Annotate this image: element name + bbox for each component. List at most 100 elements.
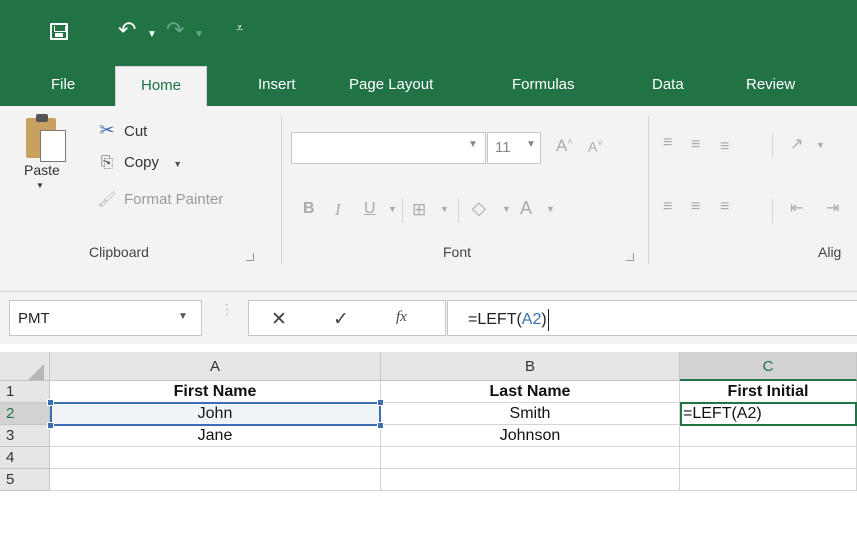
tab-data[interactable]: Data: [652, 76, 684, 93]
shrink-font-button[interactable]: A˅: [588, 138, 603, 155]
font-name-input[interactable]: [291, 132, 486, 164]
cell-a2[interactable]: John: [50, 403, 381, 425]
font-launcher-icon[interactable]: [626, 253, 634, 261]
font-size-dropdown-icon[interactable]: ▼: [526, 139, 536, 150]
mini-separator: [772, 134, 773, 158]
align-top-icon[interactable]: ≡: [663, 134, 672, 152]
grow-font-label: A: [556, 136, 568, 155]
tab-file[interactable]: File: [51, 76, 75, 93]
increase-indent-icon[interactable]: ⇥: [826, 198, 839, 218]
orientation-icon[interactable]: ↗: [790, 134, 803, 154]
fill-color-dropdown-icon[interactable]: ▼: [502, 204, 511, 214]
cell-b4[interactable]: [381, 447, 680, 469]
align-center-icon[interactable]: ≡: [691, 198, 700, 216]
cell-c4[interactable]: [680, 447, 857, 469]
copy-label: Copy: [124, 154, 160, 171]
copy-button[interactable]: ⎘ Copy ▼: [96, 154, 182, 171]
paste-dropdown-icon[interactable]: ▼: [36, 181, 44, 190]
tab-formulas[interactable]: Formulas: [512, 76, 575, 93]
redo-dropdown-icon[interactable]: ▼: [194, 25, 204, 45]
cell-c2[interactable]: =LEFT(A2): [680, 403, 857, 425]
row-header-2[interactable]: 2: [0, 403, 50, 425]
formula-suffix: ): [541, 311, 547, 329]
format-painter-label: Format Painter: [124, 191, 224, 208]
worksheet-grid: A B C 1 2 3 4 5 First Name Last Name Fir…: [0, 352, 857, 541]
tab-insert[interactable]: Insert: [258, 76, 296, 93]
underline-dropdown-icon[interactable]: ▼: [388, 204, 397, 214]
cut-button[interactable]: ✂ Cut: [96, 120, 147, 141]
copy-dropdown-icon[interactable]: ▼: [173, 159, 182, 169]
clipboard-clip-icon: [36, 114, 48, 122]
font-color-dropdown-icon[interactable]: ▼: [546, 204, 555, 214]
format-painter-button[interactable]: 🖌 Format Painter: [96, 190, 223, 208]
cell-a5[interactable]: [50, 469, 381, 491]
formula-reference: A2: [521, 311, 542, 329]
insert-function-button[interactable]: fx: [396, 309, 407, 326]
undo-dropdown-icon[interactable]: ▼: [147, 25, 157, 45]
paste-label: Paste: [24, 162, 60, 178]
cell-b2[interactable]: Smith: [381, 403, 680, 425]
row-header-1[interactable]: 1: [0, 381, 50, 403]
column-header-a[interactable]: A: [50, 352, 381, 381]
italic-button[interactable]: I: [335, 200, 341, 220]
cell-b3[interactable]: Johnson: [381, 425, 680, 447]
cancel-icon[interactable]: ✕: [271, 308, 287, 331]
name-box-dropdown-icon[interactable]: ▼: [178, 311, 188, 322]
shrink-font-label: A: [588, 138, 598, 155]
formula-bar-grip-icon[interactable]: ⋮: [220, 302, 234, 316]
align-left-icon[interactable]: ≡: [663, 198, 672, 216]
formula-bar: PMT ▼ ⋮ ✕ ✓ fx =LEFT(A2): [0, 292, 857, 344]
borders-dropdown-icon[interactable]: ▼: [440, 204, 449, 214]
borders-icon[interactable]: ⊞: [412, 200, 426, 220]
alignment-group-label: Alig: [818, 244, 842, 260]
align-right-icon[interactable]: ≡: [720, 198, 729, 216]
text-cursor: [547, 309, 549, 331]
clipboard-group-label: Clipboard: [89, 244, 149, 260]
undo-icon[interactable]: ↶: [118, 19, 136, 41]
cell-b5[interactable]: [381, 469, 680, 491]
align-bottom-icon[interactable]: ≡: [720, 138, 729, 156]
mini-separator: [458, 199, 459, 223]
ribbon-tabs: File Home Insert Page Layout Formulas Da…: [0, 60, 857, 106]
cut-label: Cut: [124, 123, 148, 140]
quick-access-toolbar: ↶ ▼ ↷ ▼ ⩡: [0, 0, 857, 60]
row-header-4[interactable]: 4: [0, 447, 50, 469]
fill-color-icon[interactable]: ◇: [472, 198, 486, 219]
decrease-indent-icon[interactable]: ⇤: [790, 198, 803, 218]
group-separator: [648, 116, 649, 264]
cell-a1[interactable]: First Name: [50, 381, 381, 403]
font-name-dropdown-icon[interactable]: ▼: [468, 139, 478, 150]
cell-c1[interactable]: First Initial: [680, 381, 857, 403]
redo-icon[interactable]: ↷: [166, 19, 184, 41]
tab-review[interactable]: Review: [746, 76, 795, 93]
bold-button[interactable]: B: [303, 200, 315, 218]
cell-c3[interactable]: [680, 425, 857, 447]
cell-b1[interactable]: Last Name: [381, 381, 680, 403]
tab-page-layout[interactable]: Page Layout: [349, 76, 433, 93]
column-header-c[interactable]: C: [680, 352, 857, 381]
clipboard-launcher-icon[interactable]: [246, 253, 254, 261]
cell-c5[interactable]: [680, 469, 857, 491]
format-painter-icon: 🖌: [97, 191, 117, 208]
scissors-icon: ✂: [99, 120, 115, 140]
grow-font-button[interactable]: A˄: [556, 136, 573, 156]
align-middle-icon[interactable]: ≡: [691, 136, 700, 154]
group-separator: [281, 116, 282, 264]
orientation-dropdown-icon[interactable]: ▼: [816, 140, 825, 150]
customize-toolbar-icon[interactable]: ⩡: [236, 18, 243, 38]
name-box-value: PMT: [18, 310, 50, 327]
underline-button[interactable]: U: [364, 200, 376, 218]
formula-prefix: =LEFT(: [468, 311, 522, 329]
formula-input[interactable]: =LEFT(A2): [447, 300, 857, 336]
tab-home[interactable]: Home: [115, 66, 208, 106]
cell-a4[interactable]: [50, 447, 381, 469]
row-header-3[interactable]: 3: [0, 425, 50, 447]
name-box[interactable]: PMT ▼: [9, 300, 202, 336]
column-header-b[interactable]: B: [381, 352, 680, 381]
save-icon[interactable]: [50, 23, 68, 40]
row-header-5[interactable]: 5: [0, 469, 50, 491]
enter-icon[interactable]: ✓: [333, 308, 349, 331]
cell-a3[interactable]: Jane: [50, 425, 381, 447]
font-color-button[interactable]: A: [520, 198, 532, 219]
select-all-button[interactable]: [0, 352, 50, 381]
